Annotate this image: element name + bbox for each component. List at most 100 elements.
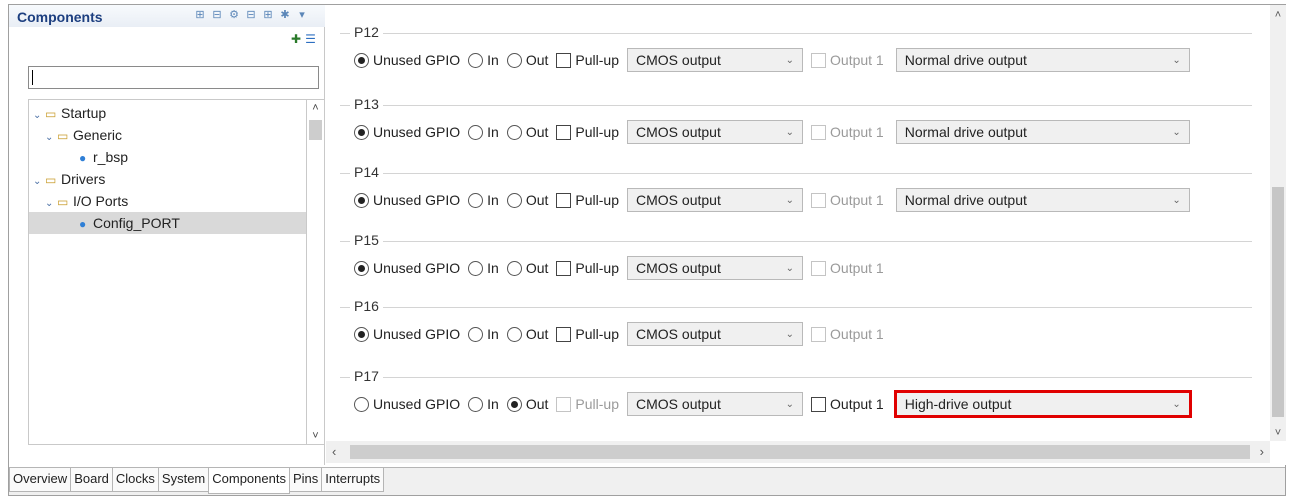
- radio-unused-gpio[interactable]: Unused GPIO: [354, 52, 460, 68]
- add-component-icon[interactable]: ⊞: [193, 8, 207, 22]
- output-type-select[interactable]: CMOS output ⌄: [627, 392, 804, 416]
- radio-in[interactable]: In: [468, 326, 499, 342]
- tree-scrollbar[interactable]: ˄ ˅: [306, 99, 325, 445]
- components-title: Components: [17, 9, 103, 25]
- tree-item-generic[interactable]: ⌄ ▭ Generic: [45, 124, 122, 146]
- tree-item-startup[interactable]: ⌄ ▭ Startup: [33, 102, 106, 124]
- port-row: Unused GPIO In Out Pull-up CMOS output ⌄ …: [354, 188, 1190, 212]
- folder-icon: ▭: [45, 173, 57, 187]
- remove-component-icon[interactable]: ⊟: [210, 8, 224, 22]
- scroll-up-icon[interactable]: ˄: [307, 102, 324, 114]
- tab-board[interactable]: Board: [70, 468, 113, 492]
- scroll-thumb[interactable]: [309, 120, 322, 140]
- port-row: Unused GPIO In Out Pull-up CMOS output ⌄ …: [354, 390, 1192, 418]
- drive-select[interactable]: Normal drive output ⌄: [895, 188, 1190, 212]
- chevron-down-icon: ⌄: [1172, 54, 1181, 66]
- chevron-down-icon: ⌄: [1172, 126, 1181, 138]
- tree-item-drivers[interactable]: ⌄ ▭ Drivers: [33, 168, 105, 190]
- generate-icon[interactable]: ⚙: [227, 8, 241, 22]
- radio-out[interactable]: Out: [506, 260, 548, 276]
- drive-select[interactable]: Normal drive output ⌄: [895, 48, 1190, 72]
- radio-in[interactable]: In: [468, 124, 499, 140]
- output-type-select[interactable]: CMOS output ⌄: [627, 322, 804, 346]
- drive-select-highlighted[interactable]: High-drive output ⌄: [893, 390, 1192, 418]
- components-panel: Components ⊞ ⊟ ⚙ ⊟ ⊞ ✱ ▾ ✚ ☰ ⌄▭Startup: [9, 5, 325, 465]
- expand-all-icon[interactable]: ⊞: [261, 8, 275, 22]
- radio-unused-gpio[interactable]: Unused GPIO: [354, 396, 460, 412]
- chevron-down-icon: ⌄: [785, 126, 795, 138]
- checkbox-output-1: Output 1: [811, 260, 884, 276]
- tab-overview[interactable]: Overview: [9, 468, 72, 492]
- radio-out[interactable]: Out: [506, 192, 548, 208]
- output-type-select[interactable]: CMOS output ⌄: [627, 188, 804, 212]
- radio-unused-gpio[interactable]: Unused GPIO: [354, 192, 460, 208]
- tab-system[interactable]: System: [157, 468, 210, 492]
- tree-item-io-ports[interactable]: ⌄ ▭ I/O Ports: [45, 190, 128, 212]
- port-group-p13: P13 Unused GPIO In Out Pull-up CMOS outp…: [340, 96, 1252, 157]
- collapse-all-icon[interactable]: ⊟: [244, 8, 258, 22]
- chevron-down-icon[interactable]: ⌄: [45, 127, 57, 149]
- component-tree: ⌄ ▭ Startup ⌄ ▭ Generic ● r_bsp ⌄ ▭ Drivers ⌄ ▭ I…: [28, 99, 306, 445]
- chevron-down-icon[interactable]: ⌄: [33, 171, 45, 193]
- tab-interrupts[interactable]: Interrupts: [321, 468, 385, 492]
- chevron-down-icon: ⌄: [785, 328, 795, 340]
- port-group-p12: P12 Unused GPIO In Out Pull-up CMOS outp…: [340, 24, 1252, 85]
- port-row: Unused GPIO In Out Pull-up CMOS output ⌄ …: [354, 256, 892, 280]
- radio-out[interactable]: Out: [506, 52, 548, 68]
- checkbox-output-1: Output 1: [811, 192, 884, 208]
- settings-icon[interactable]: ✱: [278, 8, 292, 22]
- checkbox-pull-up[interactable]: Pull-up: [556, 124, 619, 140]
- radio-out[interactable]: Out: [506, 396, 548, 412]
- radio-unused-gpio[interactable]: Unused GPIO: [354, 260, 460, 276]
- port-group-title: P16: [350, 298, 383, 314]
- scroll-right-icon[interactable]: ›: [1260, 444, 1264, 459]
- components-toolbar: ⊞ ⊟ ⚙ ⊟ ⊞ ✱ ▾: [193, 8, 309, 22]
- scroll-down-icon[interactable]: ˅: [1270, 427, 1286, 439]
- radio-out[interactable]: Out: [506, 124, 548, 140]
- view-menu-chevron-icon[interactable]: ▾: [295, 8, 309, 22]
- checkbox-pull-up[interactable]: Pull-up: [556, 192, 619, 208]
- scroll-thumb[interactable]: [350, 445, 1250, 459]
- port-group-title: P12: [350, 24, 383, 40]
- checkbox-pull-up[interactable]: Pull-up: [556, 326, 619, 342]
- text-caret: [32, 70, 33, 85]
- checkbox-output-1: Output 1: [811, 326, 884, 342]
- port-row: Unused GPIO In Out Pull-up CMOS output ⌄ …: [354, 322, 892, 346]
- checkbox-pull-up[interactable]: Pull-up: [556, 52, 619, 68]
- scroll-thumb[interactable]: [1272, 187, 1284, 417]
- checkbox-output-1: Output 1: [811, 52, 884, 68]
- output-type-select[interactable]: CMOS output ⌄: [627, 48, 804, 72]
- component-filter-input[interactable]: [28, 66, 319, 89]
- radio-unused-gpio[interactable]: Unused GPIO: [354, 124, 460, 140]
- settings-horizontal-scrollbar[interactable]: ‹ ›: [326, 441, 1270, 463]
- radio-out[interactable]: Out: [506, 326, 548, 342]
- scroll-up-icon[interactable]: ˄: [1270, 9, 1286, 21]
- checkbox-pull-up[interactable]: Pull-up: [556, 260, 619, 276]
- radio-in[interactable]: In: [468, 260, 499, 276]
- checkbox-output-1[interactable]: Output 1: [811, 396, 884, 412]
- layout-icon[interactable]: ☰: [305, 32, 316, 46]
- drive-select[interactable]: Normal drive output ⌄: [895, 120, 1190, 144]
- tab-clocks[interactable]: Clocks: [111, 468, 159, 492]
- editor-tab-bar: Overview Board Clocks System Components …: [9, 467, 1285, 495]
- chevron-down-icon: ⌄: [785, 262, 795, 274]
- components-header: Components ⊞ ⊟ ⚙ ⊟ ⊞ ✱ ▾: [9, 5, 325, 27]
- chevron-down-icon[interactable]: ⌄: [33, 105, 45, 127]
- settings-vertical-scrollbar[interactable]: ˄ ˅: [1270, 5, 1286, 441]
- radio-in[interactable]: In: [468, 192, 499, 208]
- tab-pins[interactable]: Pins: [288, 468, 323, 492]
- tab-components[interactable]: Components: [208, 468, 290, 494]
- add-icon[interactable]: ✚: [291, 32, 301, 46]
- scroll-down-icon[interactable]: ˅: [307, 430, 324, 442]
- tree-item-r-bsp[interactable]: ● r_bsp: [79, 146, 128, 168]
- output-type-select[interactable]: CMOS output ⌄: [627, 256, 804, 280]
- output-type-select[interactable]: CMOS output ⌄: [627, 120, 804, 144]
- radio-in[interactable]: In: [468, 52, 499, 68]
- scroll-left-icon[interactable]: ‹: [332, 444, 336, 459]
- port-group-p15: P15 Unused GPIO In Out Pull-up CMOS outp…: [340, 232, 1252, 293]
- port-group-title: P13: [350, 96, 383, 112]
- port-settings-panel: P12 Unused GPIO In Out Pull-up CMOS outp…: [326, 5, 1286, 465]
- tree-item-config-port[interactable]: ● Config_PORT: [29, 212, 306, 234]
- radio-unused-gpio[interactable]: Unused GPIO: [354, 326, 460, 342]
- radio-in[interactable]: In: [468, 396, 499, 412]
